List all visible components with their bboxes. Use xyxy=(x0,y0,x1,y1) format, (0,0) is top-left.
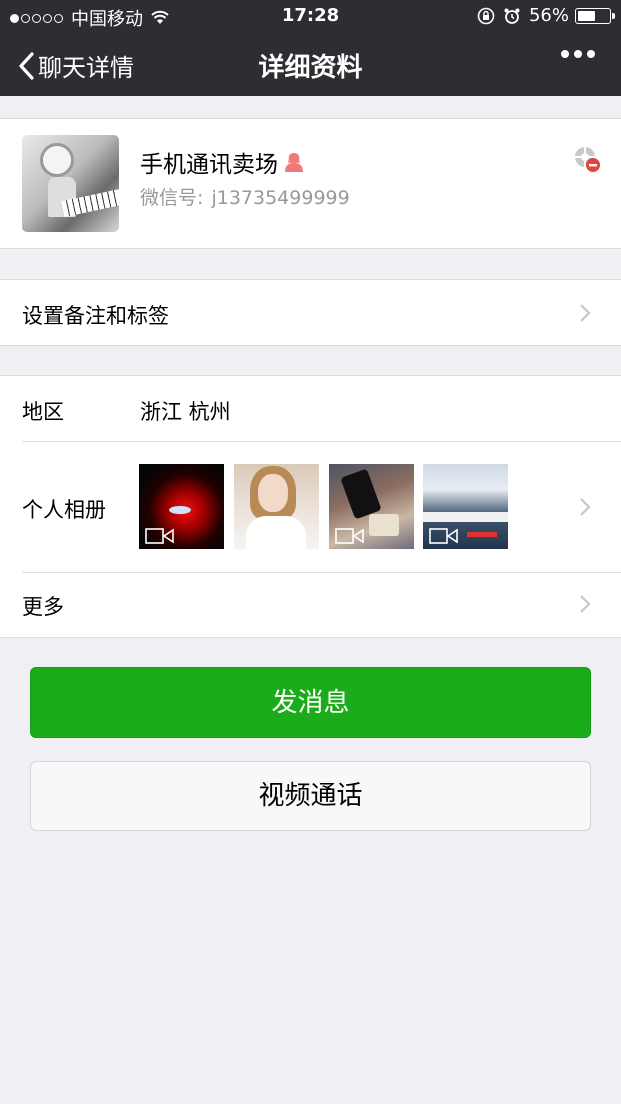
info-section: 地区 浙江 杭州 个人相册 更多 xyxy=(0,375,621,638)
video-icon xyxy=(145,528,174,544)
album-thumb-1[interactable] xyxy=(139,464,224,549)
album-thumb-3[interactable] xyxy=(329,464,414,549)
blocked-icon xyxy=(575,147,600,172)
personal-album-row[interactable]: 个人相册 xyxy=(0,442,621,572)
page-title: 详细资料 xyxy=(258,53,363,83)
nav-bar: 聊天详情 详细资料 xyxy=(0,32,621,96)
battery-fill xyxy=(578,10,595,21)
profile-name-row: 手机通讯卖场 xyxy=(140,145,306,179)
region-value: 浙江 杭州 xyxy=(140,400,231,424)
wechat-id-label: 微信号: xyxy=(140,187,204,209)
more-dot-icon xyxy=(587,50,595,58)
album-label: 个人相册 xyxy=(22,498,106,522)
battery-percent: 56% xyxy=(528,5,569,26)
more-row[interactable]: 更多 xyxy=(0,573,621,639)
send-message-button[interactable]: 发消息 xyxy=(30,667,591,738)
video-call-button[interactable]: 视频通话 xyxy=(30,761,591,831)
chevron-right-icon xyxy=(580,304,591,322)
album-thumb-4[interactable] xyxy=(423,464,508,549)
region-label: 地区 xyxy=(22,400,64,424)
set-remark-label: 设置备注和标签 xyxy=(22,304,169,328)
avatar[interactable] xyxy=(22,135,119,232)
video-icon xyxy=(429,528,458,544)
wechat-id-row: 微信号: j13735499999 xyxy=(140,183,350,210)
orientation-lock-icon xyxy=(477,7,495,24)
profile-card: 手机通讯卖场 微信号: j13735499999 xyxy=(0,118,621,249)
female-icon xyxy=(285,153,303,172)
more-label: 更多 xyxy=(22,595,64,619)
album-thumb-2[interactable] xyxy=(234,464,319,549)
video-icon xyxy=(335,528,364,544)
more-dot-icon xyxy=(574,50,582,58)
profile-name: 手机通讯卖场 xyxy=(140,152,278,178)
alarm-icon xyxy=(504,8,520,24)
status-bar: 中国移动 17:28 56% xyxy=(0,0,621,32)
status-right: 56% xyxy=(477,5,615,26)
chevron-right-icon xyxy=(580,498,591,516)
more-dot-icon xyxy=(561,50,569,58)
wechat-id-value: j13735499999 xyxy=(211,187,350,209)
more-options-button[interactable] xyxy=(556,50,595,58)
chevron-right-icon xyxy=(580,595,591,613)
battery-icon xyxy=(575,7,615,24)
region-row: 地区 浙江 杭州 xyxy=(0,376,621,441)
set-remark-and-tags-row[interactable]: 设置备注和标签 xyxy=(0,279,621,346)
